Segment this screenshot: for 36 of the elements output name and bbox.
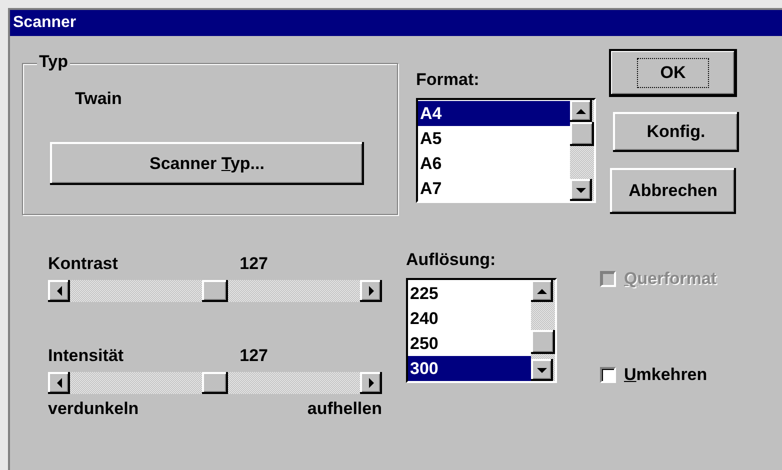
window-title: Scanner	[10, 10, 782, 36]
list-item[interactable]: A4	[418, 101, 570, 126]
slider-max-label: aufhellen	[307, 399, 382, 419]
left-arrow-icon	[56, 286, 62, 296]
dialog-button[interactable]: Abbrechen	[610, 168, 736, 214]
slider-label: Intensität	[48, 346, 124, 366]
slider-value: 127	[240, 254, 268, 274]
scanner-type-text: Twain	[75, 89, 123, 109]
list-item[interactable]: 300	[408, 356, 531, 381]
scanner-type-button[interactable]: Scanner Typ...	[50, 142, 364, 185]
down-arrow-icon	[576, 186, 586, 194]
scroll-bar[interactable]	[531, 280, 555, 381]
up-arrow-icon	[537, 288, 547, 294]
slider-track[interactable]	[48, 372, 382, 394]
right-arrow-icon	[368, 286, 374, 296]
dialog-button[interactable]: Konfig.	[613, 112, 739, 152]
slider-track[interactable]	[48, 280, 382, 302]
resolution-label: Auflösung:	[406, 250, 497, 270]
scroll-thumb[interactable]	[531, 330, 555, 354]
slider-thumb[interactable]	[202, 280, 228, 302]
slider-value: 127	[240, 346, 268, 366]
slider-label: Kontrast	[48, 254, 118, 274]
slider-thumb[interactable]	[202, 372, 228, 394]
right-arrow-icon	[368, 378, 374, 388]
slider-min-label: verdunkeln	[48, 399, 139, 419]
scroll-bar[interactable]	[570, 100, 594, 201]
list-box[interactable]: A4 A5 A6 A7	[416, 98, 596, 203]
list-box[interactable]: 225 240 250 300	[406, 278, 557, 383]
left-arrow-icon	[56, 378, 62, 388]
group-legend: Typ	[37, 52, 70, 72]
format-label: Format:	[416, 70, 480, 90]
checkbox[interactable]: Umkehren	[600, 365, 782, 385]
scroll-thumb[interactable]	[570, 122, 594, 146]
up-arrow-icon	[576, 108, 586, 114]
down-arrow-icon	[537, 366, 547, 374]
dialog-button[interactable]: OK	[610, 50, 736, 96]
